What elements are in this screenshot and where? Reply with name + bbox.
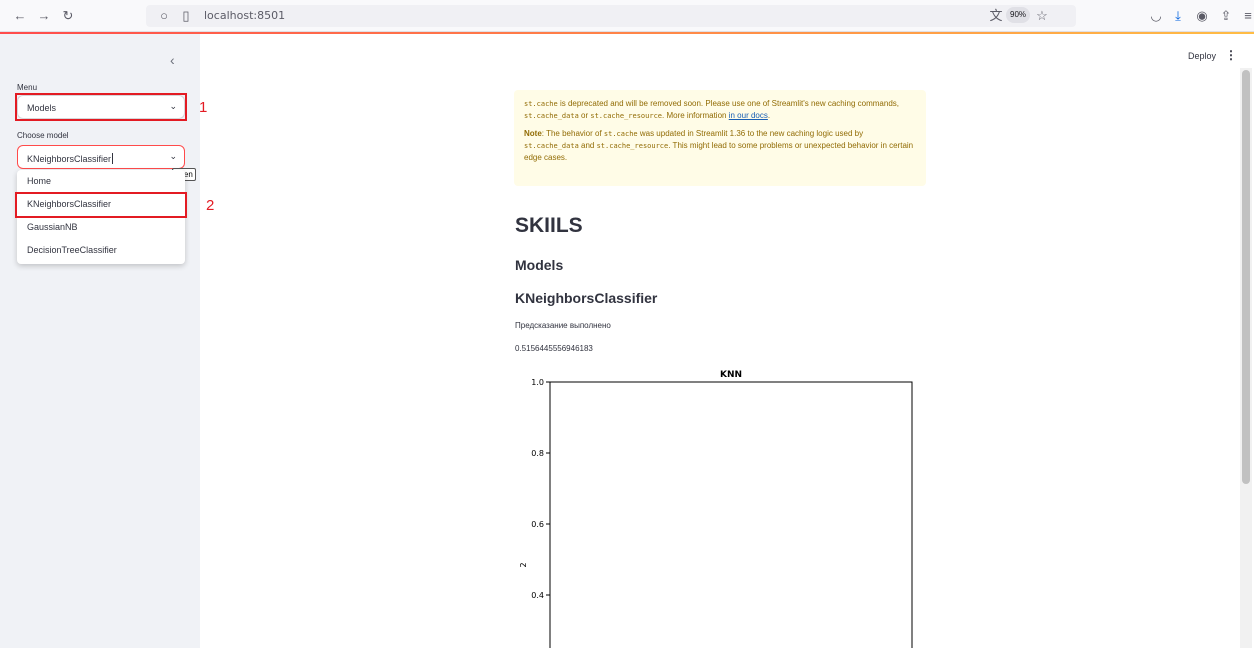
- warning-paragraph-2: Note: The behavior of st.cache was updat…: [524, 128, 916, 164]
- code-st-cache-data: st.cache_data: [524, 112, 579, 120]
- deploy-button[interactable]: Deploy: [1188, 51, 1216, 61]
- y-tick-label: 1.0: [531, 378, 544, 387]
- annotation-number-1: 1: [199, 99, 208, 116]
- url-bar[interactable]: ○ ▯ localhost:8501: [146, 5, 1076, 27]
- browser-toolbar: ← → ↻ ○ ▯ localhost:8501 文 90% ☆ ◡ ⤓ ◉ ⇪…: [0, 0, 1254, 32]
- model-select-value: KNeighborsClassifier: [27, 154, 112, 164]
- model-dropdown-list: Home KNeighborsClassifier GaussianNB Dec…: [17, 170, 185, 264]
- y-tick-label: 0.8: [531, 449, 544, 458]
- scrollbar-thumb[interactable]: [1242, 70, 1250, 484]
- menu-label: Menu: [17, 83, 38, 92]
- menu-select[interactable]: Models ⌄: [17, 95, 185, 119]
- share-icon[interactable]: ⇪: [1218, 8, 1234, 24]
- pocket-icon[interactable]: ◡: [1148, 8, 1164, 24]
- y-axis: 1.0 0.8 0.6 0.4: [531, 378, 550, 600]
- page-icon: ▯: [182, 8, 190, 23]
- extensions-icon[interactable]: ◉: [1194, 8, 1210, 24]
- zoom-level[interactable]: 90%: [1006, 7, 1031, 23]
- code-st-cache-resource: st.cache_resource: [596, 142, 669, 150]
- y-tick-label: 0.6: [531, 520, 544, 529]
- dropdown-option-kneighbors[interactable]: KNeighborsClassifier: [17, 193, 185, 216]
- chevron-down-icon: ⌄: [169, 101, 177, 111]
- url-text[interactable]: localhost:8501: [204, 9, 285, 22]
- app-menu-icon[interactable]: ≡: [1240, 8, 1254, 24]
- model-select[interactable]: KNeighborsClassifier ⌄: [17, 145, 185, 169]
- page-title: SKIILS: [515, 214, 583, 237]
- dropdown-option-gaussiannb[interactable]: GaussianNB: [17, 216, 185, 239]
- note-label: Note: [524, 129, 542, 138]
- warning-text: is deprecated and will be removed soon. …: [557, 99, 899, 108]
- y-axis-label: 2: [520, 562, 528, 567]
- warning-paragraph-1: st.cache is deprecated and will be remov…: [524, 98, 916, 122]
- code-st-cache: st.cache: [603, 130, 638, 138]
- translate-icon[interactable]: 文: [988, 8, 1004, 24]
- y-tick-label: 0.4: [531, 591, 544, 600]
- deprecation-warning: st.cache is deprecated and will be remov…: [514, 90, 926, 186]
- reload-icon[interactable]: ↻: [60, 8, 76, 24]
- warning-text: : The behavior of: [541, 129, 604, 138]
- model-select-input[interactable]: KNeighborsClassifier: [27, 153, 114, 164]
- chevron-down-icon: ⌄: [169, 151, 177, 161]
- score-value: 0.5156445556946183: [515, 344, 593, 353]
- bookmark-star-icon[interactable]: ☆: [1034, 8, 1050, 24]
- plot-frame: [549, 381, 913, 648]
- dropdown-option-home[interactable]: Home: [17, 170, 185, 193]
- sidebar: ‹: [0, 34, 200, 648]
- prediction-status-text: Предсказание выполнено: [515, 321, 611, 330]
- warning-text: . More information: [662, 111, 729, 120]
- forward-icon[interactable]: →: [36, 8, 52, 24]
- warning-text: was updated in Streamlit 1.36 to the new…: [637, 129, 864, 138]
- menu-select-value: Models: [27, 103, 57, 113]
- chart-title: KNN: [720, 370, 742, 380]
- annotation-number-2: 2: [206, 197, 215, 214]
- collapse-sidebar-icon[interactable]: ‹: [170, 52, 175, 68]
- knn-chart: KNN 1.0 0.8 0.6 0.4 2: [520, 370, 913, 648]
- code-st-cache: st.cache: [524, 100, 558, 108]
- code-st-cache-resource: st.cache_resource: [590, 112, 663, 120]
- section-heading: Models: [515, 257, 564, 273]
- main-menu-icon[interactable]: ⋮: [1225, 48, 1237, 62]
- back-icon[interactable]: ←: [12, 8, 28, 24]
- warning-text: .: [767, 111, 771, 120]
- code-st-cache-data: st.cache_data: [524, 142, 579, 150]
- text-caret: [112, 153, 114, 164]
- choose-model-label: Choose model: [17, 131, 69, 140]
- docs-link[interactable]: in our docs: [729, 111, 768, 120]
- warning-text: and: [578, 141, 597, 150]
- dropdown-option-decisiontree[interactable]: DecisionTreeClassifier: [17, 239, 185, 262]
- warning-text: or: [578, 111, 591, 120]
- download-icon[interactable]: ⤓: [1170, 8, 1186, 24]
- shield-icon[interactable]: ○: [156, 8, 172, 24]
- model-heading: KNeighborsClassifier: [515, 290, 658, 306]
